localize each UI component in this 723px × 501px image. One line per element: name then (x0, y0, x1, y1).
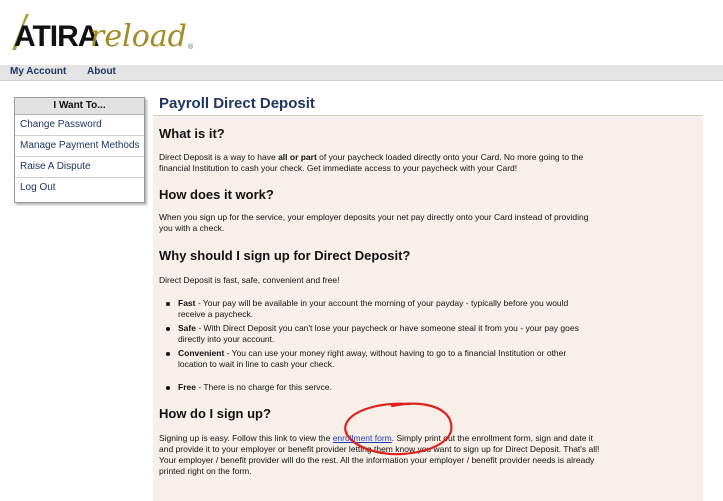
sidebar-item-raise-dispute[interactable]: Raise A Dispute (15, 157, 144, 178)
logo-reload-text: reload (90, 19, 187, 54)
sidebar-item-manage-payment-methods[interactable]: Manage Payment Methods (15, 136, 144, 157)
what-text-b: of your paycheck loaded directly onto yo… (316, 152, 584, 162)
how-text-line1: When you sign up for the service, your e… (159, 212, 589, 222)
bullet-convenient-line2: location to wait in line to cash your ch… (178, 359, 335, 369)
nav-my-account[interactable]: My Account (10, 66, 66, 77)
bullet-term-safe: Safe (178, 323, 196, 333)
logo-registered-mark: ® (188, 44, 194, 51)
why-intro: Direct Deposit is fast, safe, convenient… (159, 275, 340, 285)
bullet-term-fast: Fast (178, 298, 196, 308)
bullet-fast-line2: receive a paycheck. (178, 309, 254, 319)
section-heading-signup: How do I sign up? (159, 406, 271, 421)
section-heading-why: Why should I sign up for Direct Deposit? (159, 248, 411, 263)
bullet-fast-line1: - Your pay will be available in your acc… (195, 298, 569, 308)
bullet-safe-line2: directly into your account. (178, 334, 275, 344)
signup-paragraph: Signing up is easy. Follow this link to … (159, 433, 694, 477)
what-text-line2: financial Institution to cash your check… (159, 163, 518, 173)
bullet-free-line1: - There is no charge for this servce. (195, 382, 332, 392)
what-text-a: Direct Deposit is a way to have (159, 152, 279, 162)
sidebar-heading: I Want To... (15, 98, 144, 115)
atira-reload-logo: ATIRA reload ® (10, 8, 310, 54)
top-nav-bar: My Account About (0, 65, 723, 81)
sidebar-item-change-password[interactable]: Change Password (15, 115, 144, 136)
list-item: Fast - Your pay will be available in you… (166, 298, 703, 320)
signup-text-line3: Your employer / benefit provider will do… (159, 455, 595, 465)
list-item: Safe - With Direct Deposit you can't los… (166, 323, 703, 345)
how-paragraph: When you sign up for the service, your e… (159, 212, 694, 234)
section-heading-what: What is it? (159, 126, 225, 141)
logo-atira-text: ATIRA (14, 20, 99, 53)
signup-text-line2: and provide it to your employer or benef… (159, 444, 600, 454)
bullet-convenient-line1: - You can use your money right away, wit… (224, 348, 567, 358)
section-heading-how: How does it work? (159, 187, 274, 202)
bullet-safe-line1: - With Direct Deposit you can't lose you… (195, 323, 579, 333)
signup-text-a: Signing up is easy. Follow this link to … (159, 433, 333, 443)
how-text-line2: you with a check. (159, 223, 225, 233)
signup-text-line4: printed right on the form. (159, 466, 252, 476)
what-paragraph: Direct Deposit is a way to have all or p… (159, 152, 694, 174)
bullet-term-free: Free (178, 382, 196, 392)
bullet-term-convenient: Convenient (178, 348, 225, 358)
list-item: Convenient - You can use your money righ… (166, 348, 703, 370)
nav-about[interactable]: About (87, 66, 116, 77)
list-item: Free - There is no charge for this servc… (166, 382, 703, 393)
i-want-to-menu: I Want To... Change Password Manage Paym… (14, 97, 145, 203)
enrollment-form-link[interactable]: enrollment form (333, 433, 392, 443)
what-text-bold: all or part (278, 152, 317, 162)
sidebar-item-log-out[interactable]: Log Out (15, 178, 144, 198)
page-title: Payroll Direct Deposit (159, 95, 315, 112)
signup-text-b: . Simply print out the enrollment form, … (391, 433, 594, 443)
